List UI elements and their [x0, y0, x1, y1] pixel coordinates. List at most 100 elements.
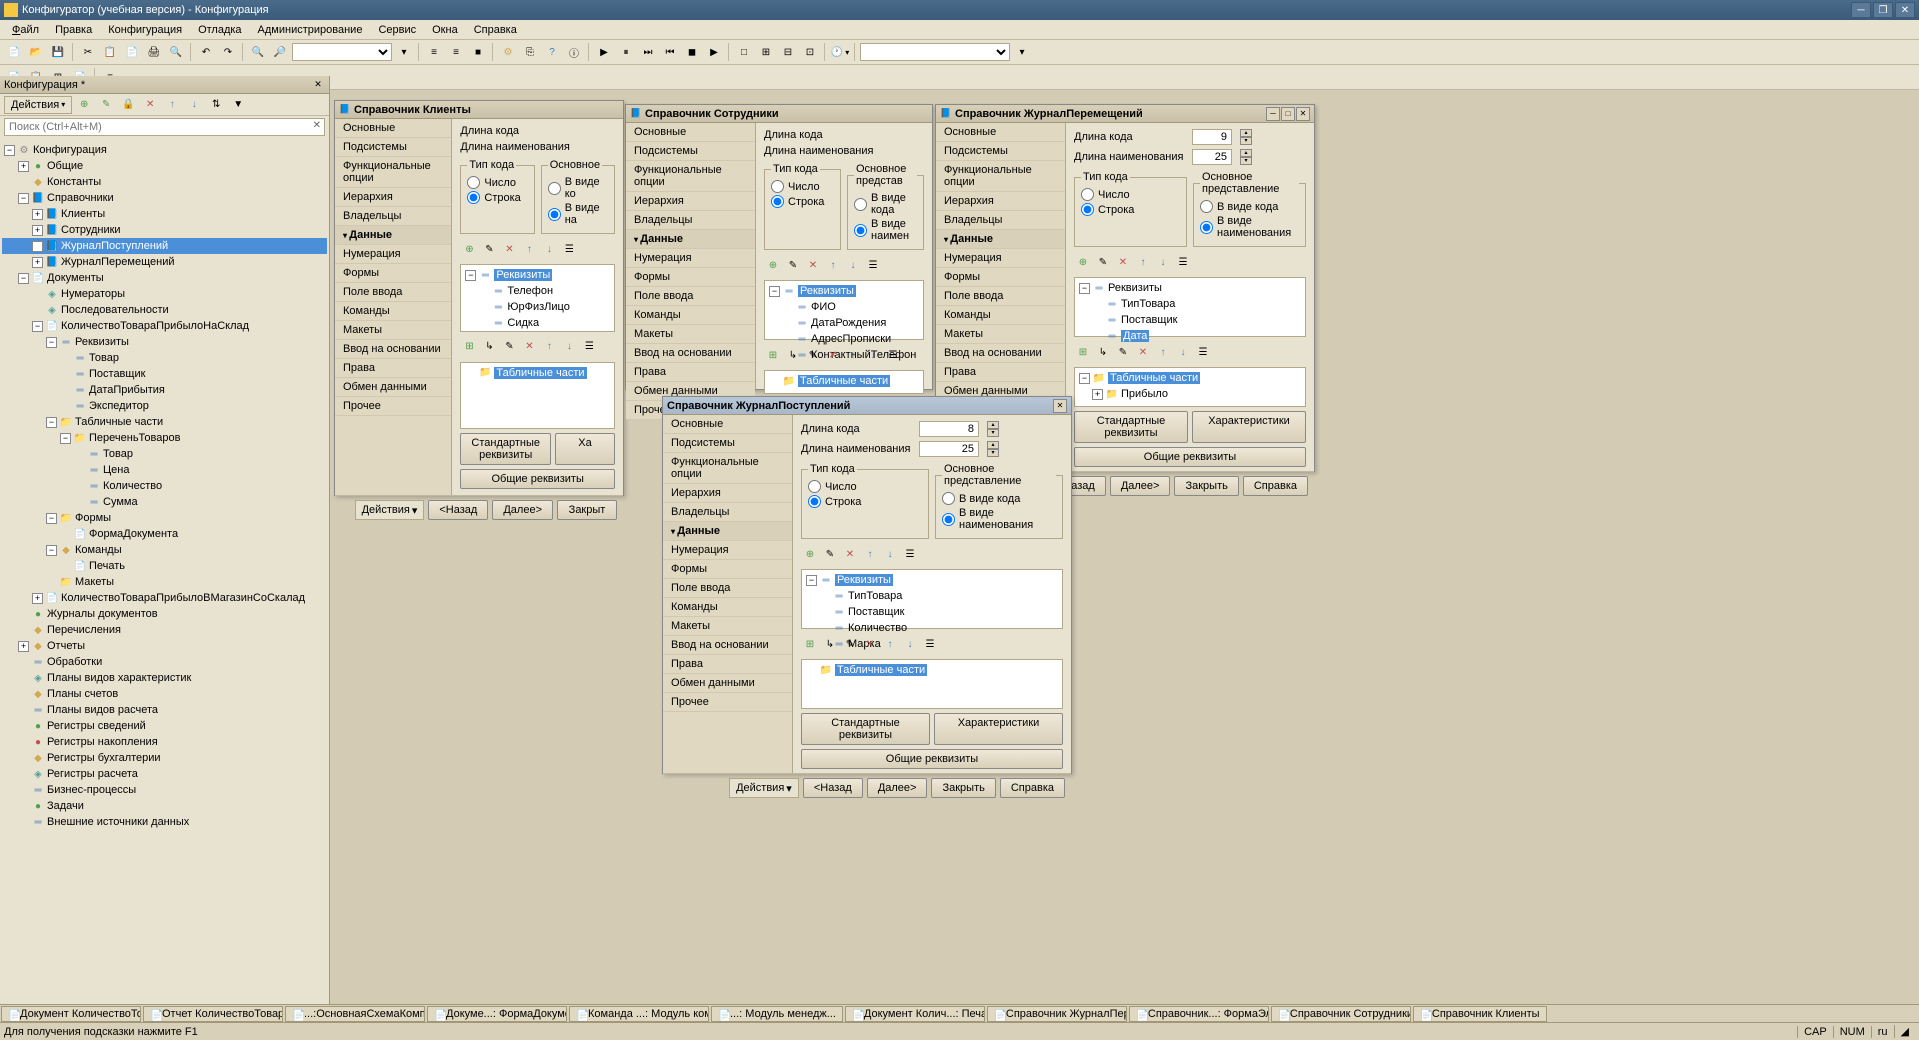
add2-icon[interactable]: ⊞ — [460, 338, 478, 356]
menu-debug[interactable]: Отладка — [190, 22, 249, 38]
common-req-button[interactable]: Общие реквизиты — [1074, 447, 1306, 467]
tree-item[interactable]: ═Внешние источники данных — [2, 814, 327, 830]
tabparts-tree[interactable]: 📁Табличные части — [801, 659, 1063, 709]
tree-item[interactable]: +📘Сотрудники — [2, 222, 327, 238]
menu-admin[interactable]: Администрирование — [250, 22, 371, 38]
tree-item[interactable]: −═Реквизиты — [2, 334, 327, 350]
lock-icon[interactable]: 🔒 — [118, 95, 138, 115]
prop-tab[interactable]: Владельцы — [936, 211, 1065, 230]
tree-item[interactable]: −📁Табличные части — [2, 414, 327, 430]
requisites-tree[interactable]: −═Реквизиты ═ФИО ═ДатаРождения ═АдресПро… — [764, 280, 924, 340]
char-button[interactable]: Характеристики — [934, 713, 1063, 745]
tree-item[interactable]: ●Регистры сведений — [2, 718, 327, 734]
open-icon[interactable]: 📂 — [26, 42, 46, 62]
prop-tab[interactable]: Иерархия — [663, 484, 792, 503]
tree-toggle-icon[interactable]: + — [32, 593, 43, 604]
tree-item[interactable]: ═Товар — [2, 350, 327, 366]
prop-tab[interactable]: Макеты — [936, 325, 1065, 344]
spin-down[interactable]: ▾ — [1240, 137, 1252, 145]
tree-item[interactable]: ◆Планы счетов — [2, 686, 327, 702]
radio-as-name[interactable] — [942, 513, 955, 526]
name-len-input[interactable] — [1192, 149, 1232, 165]
radio-as-code[interactable] — [942, 492, 955, 505]
tb-b3[interactable]: ■ — [468, 42, 488, 62]
tb-a[interactable]: ▾ — [394, 42, 414, 62]
tree-toggle-icon[interactable]: + — [32, 257, 43, 268]
delete-icon[interactable]: ✕ — [140, 95, 160, 115]
prop-tab[interactable]: Основные — [936, 123, 1065, 142]
task-item[interactable]: 📄Отчет КоличествоТовара — [143, 1006, 283, 1022]
tree-item[interactable]: ═Количество — [2, 478, 327, 494]
close-button[interactable]: Закрыть — [1174, 476, 1238, 496]
tb-d5[interactable]: ◼ — [682, 42, 702, 62]
tb-b1[interactable]: ≡ — [424, 42, 444, 62]
std-req-button[interactable]: Стандартные реквизиты — [1074, 411, 1188, 443]
prop-tab[interactable]: Нумерация — [335, 245, 451, 264]
prop-tab[interactable]: Обмен данными — [335, 378, 451, 397]
radio-string[interactable] — [771, 195, 784, 208]
tree-item[interactable]: +📘ЖурналПоступлений — [2, 238, 327, 254]
prop-tab[interactable]: Данные — [936, 230, 1065, 249]
tree-item[interactable]: −📄Документы — [2, 270, 327, 286]
copy-icon[interactable]: 📋 — [100, 42, 120, 62]
combo-select[interactable] — [860, 43, 1010, 61]
max-icon[interactable]: □ — [1281, 107, 1295, 121]
char-button[interactable]: Ха — [555, 433, 615, 465]
tree-toggle-icon[interactable]: − — [18, 273, 29, 284]
common-req-button[interactable]: Общие реквизиты — [460, 469, 615, 489]
cut-icon[interactable]: ✂ — [78, 42, 98, 62]
actions-button[interactable]: Действия ▾ — [355, 500, 425, 520]
close-button[interactable]: Закрыть — [931, 778, 995, 798]
tree-item[interactable]: ◈Регистры расчета — [2, 766, 327, 782]
task-item[interactable]: 📄Документ Колич...: Печать — [845, 1006, 985, 1022]
del-icon[interactable]: ✕ — [500, 240, 518, 258]
requisites-tree[interactable]: −═Реквизиты ═Телефон ═ЮрФизЛицо ═Сидка — [460, 264, 615, 332]
prop-tab[interactable]: Макеты — [663, 617, 792, 636]
prop-tab[interactable]: Права — [663, 655, 792, 674]
prop-tab[interactable]: Данные — [335, 226, 451, 245]
menu-config[interactable]: Конфигурация — [100, 22, 190, 38]
search-input[interactable] — [4, 118, 325, 136]
prop-tab[interactable]: Поле ввода — [626, 287, 755, 306]
prop-tab[interactable]: Подсистемы — [936, 142, 1065, 161]
close-button[interactable]: Закрыт — [557, 500, 617, 520]
tree-toggle-icon[interactable]: + — [32, 241, 43, 252]
prop-tab[interactable]: Основные — [663, 415, 792, 434]
tb-d1[interactable]: ▶ — [594, 42, 614, 62]
maximize-button[interactable]: ❐ — [1873, 2, 1893, 18]
tree-toggle-icon[interactable]: − — [60, 433, 71, 444]
prop-tab[interactable]: Иерархия — [335, 188, 451, 207]
prop-tab[interactable]: Подсистемы — [626, 142, 755, 161]
prop-tab[interactable]: Подсистемы — [335, 138, 451, 157]
tree-item[interactable]: ◆Константы — [2, 174, 327, 190]
prop-tab[interactable]: Иерархия — [936, 192, 1065, 211]
task-item[interactable]: 📄Справочник ЖурналПерем... — [987, 1006, 1127, 1022]
undo-icon[interactable]: ↶ — [196, 42, 216, 62]
prop-tab[interactable]: Прочее — [335, 397, 451, 416]
tree-item[interactable]: ◆Регистры бухгалтерии — [2, 750, 327, 766]
std-req-button[interactable]: Стандартные реквизиты — [460, 433, 551, 465]
radio-string[interactable] — [1081, 203, 1094, 216]
radio-as-name[interactable] — [854, 224, 867, 237]
menu-file[interactable]: Файл — [4, 22, 47, 38]
tb-e3[interactable]: ⊟ — [778, 42, 798, 62]
tb-d2[interactable]: ⏸ — [616, 42, 636, 62]
prop-tab[interactable]: Данные — [663, 522, 792, 541]
tree-item[interactable]: 📄Печать — [2, 558, 327, 574]
save-icon[interactable]: 💾 — [48, 42, 68, 62]
prop-tab[interactable]: Формы — [936, 268, 1065, 287]
prop-tab[interactable]: Подсистемы — [663, 434, 792, 453]
name-len-input[interactable] — [919, 441, 979, 457]
tree-toggle-icon[interactable]: + — [32, 209, 43, 220]
tb-c3[interactable]: ⓘ — [564, 42, 584, 62]
tree-item[interactable]: ◈Планы видов характеристик — [2, 670, 327, 686]
next-button[interactable]: Далее> — [1110, 476, 1171, 496]
tree-item[interactable]: ═Поставщик — [2, 366, 327, 382]
tree-item[interactable]: −📘Справочники — [2, 190, 327, 206]
prop-tab[interactable]: Ввод на основании — [663, 636, 792, 655]
minimize-button[interactable]: ─ — [1851, 2, 1871, 18]
tree-item[interactable]: ═Планы видов расчета — [2, 702, 327, 718]
tree-item[interactable]: +📘ЖурналПеремещений — [2, 254, 327, 270]
prop-tab[interactable]: Ввод на основании — [936, 344, 1065, 363]
min-icon[interactable]: ─ — [1266, 107, 1280, 121]
